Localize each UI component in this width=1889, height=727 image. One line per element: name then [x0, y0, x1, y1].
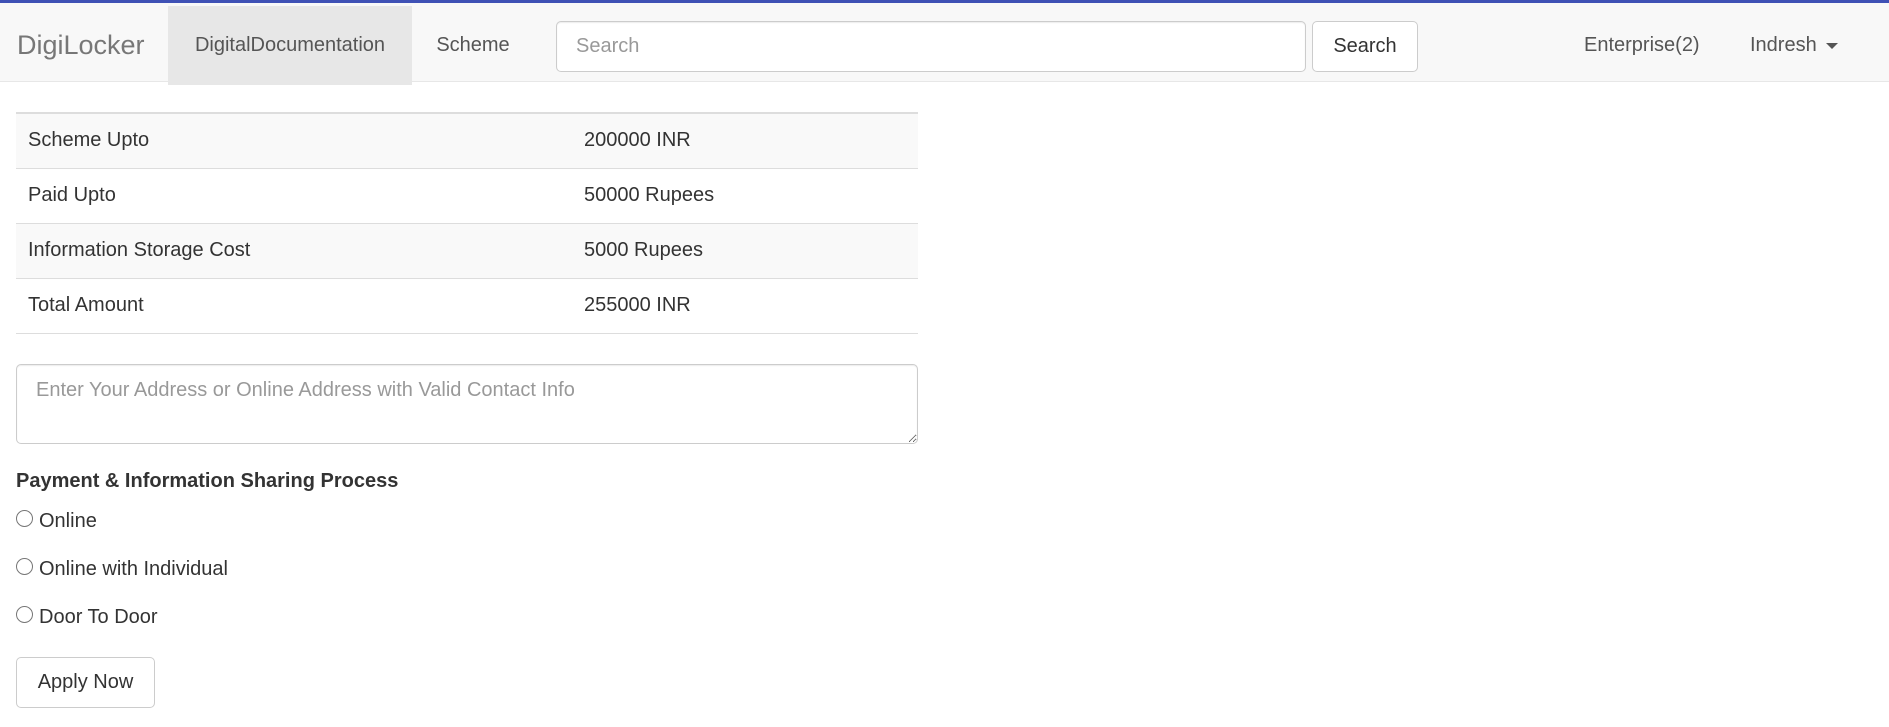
- radio-option-door-to-door[interactable]: Door To Door: [16, 606, 158, 629]
- nav-link-digital-documentation[interactable]: DigitalDocumentation: [168, 6, 412, 85]
- address-textarea[interactable]: [16, 364, 918, 444]
- radio-option-online[interactable]: Online: [16, 510, 97, 533]
- search-input[interactable]: [556, 21, 1306, 72]
- row-value: 255000 INR: [572, 278, 918, 334]
- radio-option-online-with-individual[interactable]: Online with Individual: [16, 558, 228, 581]
- table-row: Paid Upto 50000 Rupees: [16, 168, 918, 224]
- radio-online[interactable]: [16, 510, 33, 527]
- table-row: Total Amount 255000 INR: [16, 278, 918, 334]
- navbar: DigiLocker DigitalDocumentation Scheme S…: [0, 0, 1889, 85]
- radio-label: Online with Individual: [39, 558, 228, 580]
- caret-down-icon: [1825, 42, 1838, 49]
- payment-process-heading: Payment & Information Sharing Process: [16, 470, 399, 492]
- radio-door-to-door[interactable]: [16, 606, 33, 623]
- search-button[interactable]: Search: [1312, 21, 1418, 72]
- brand-logo-text[interactable]: DigiLocker: [17, 6, 145, 85]
- table-row: Information Storage Cost 5000 Rupees: [16, 223, 918, 279]
- row-label: Scheme Upto: [16, 113, 572, 169]
- scheme-details-table: Scheme Upto 200000 INR Paid Upto 50000 R…: [16, 112, 918, 334]
- radio-label: Online: [39, 510, 97, 532]
- row-label: Paid Upto: [16, 168, 572, 224]
- nav-link-scheme[interactable]: Scheme: [412, 6, 534, 85]
- table-row: Scheme Upto 200000 INR: [16, 113, 918, 169]
- nav-link-enterprise[interactable]: Enterprise(2): [1584, 6, 1700, 85]
- row-value: 50000 Rupees: [572, 168, 918, 224]
- user-name-label: Indresh: [1750, 34, 1817, 56]
- row-value: 200000 INR: [572, 113, 918, 169]
- user-menu-dropdown[interactable]: Indresh: [1750, 6, 1838, 85]
- row-label: Information Storage Cost: [16, 223, 572, 279]
- radio-label: Door To Door: [39, 606, 158, 628]
- apply-now-button[interactable]: Apply Now: [16, 657, 155, 708]
- row-value: 5000 Rupees: [572, 223, 918, 279]
- row-label: Total Amount: [16, 278, 572, 334]
- radio-online-with-individual[interactable]: [16, 558, 33, 575]
